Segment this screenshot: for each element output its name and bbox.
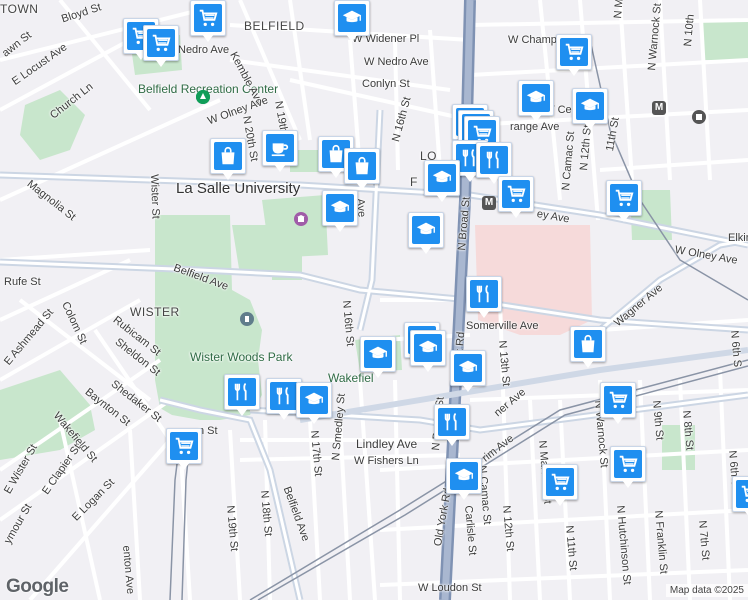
street-label-rufe: Rufe St — [4, 276, 41, 288]
grocery-marker[interactable] — [143, 25, 179, 69]
graduation-cap-icon — [326, 194, 354, 222]
street-label-wister-st: Wister St — [148, 174, 162, 220]
shopping-cart-icon — [546, 468, 574, 496]
neighborhood-label-logan: TOWN — [0, 2, 39, 16]
coffee-cup-icon — [266, 134, 294, 162]
graduation-cap-icon — [576, 92, 604, 120]
graduation-cap-icon — [364, 340, 392, 368]
store-marker[interactable] — [344, 148, 380, 192]
graduation-cap-icon — [450, 462, 478, 490]
shopping-cart-icon — [170, 432, 198, 460]
metro-station-icon-2[interactable]: M — [482, 196, 496, 210]
restaurant-marker[interactable] — [266, 378, 302, 422]
street-label-w-fishers: W Fishers Ln — [354, 455, 419, 467]
shopping-cart-icon — [560, 38, 588, 66]
shopping-cart-icon — [194, 4, 222, 32]
store-marker[interactable] — [570, 326, 606, 370]
grocery-marker[interactable] — [732, 476, 748, 520]
bus-station-icon[interactable] — [692, 110, 706, 124]
graduation-cap-icon — [412, 216, 440, 244]
grocery-marker[interactable] — [600, 382, 636, 426]
graduation-cap-icon — [522, 84, 550, 112]
restaurant-marker[interactable] — [434, 404, 470, 448]
street-label-conlyn: Conlyn St — [362, 78, 410, 90]
school-marker[interactable] — [518, 80, 554, 124]
street-label-elkins: Elkin — [728, 232, 748, 244]
shopping-cart-icon — [147, 29, 175, 57]
graduation-cap-icon — [338, 4, 366, 32]
shopping-bag-icon — [348, 152, 376, 180]
monument-poi-icon[interactable] — [240, 312, 254, 326]
cafe-marker[interactable] — [262, 130, 298, 174]
school-marker[interactable] — [322, 190, 358, 234]
restaurant-marker[interactable] — [224, 374, 260, 418]
school-marker[interactable] — [360, 336, 396, 380]
graduation-cap-icon — [414, 334, 442, 362]
fork-knife-icon — [470, 280, 498, 308]
shopping-cart-icon — [614, 450, 642, 478]
place-label-la-salle[interactable]: La Salle University — [176, 180, 300, 197]
street-label-nedro-mid: W Nedro Ave — [364, 56, 429, 68]
grocery-marker[interactable] — [610, 446, 646, 490]
fork-knife-icon — [438, 408, 466, 436]
shopping-cart-icon — [604, 386, 632, 414]
grocery-marker[interactable] — [606, 180, 642, 224]
grocery-marker[interactable] — [556, 34, 592, 78]
street-label-nedro-w: Nedro Ave — [178, 44, 230, 56]
university-poi-icon[interactable] — [294, 212, 308, 226]
school-marker[interactable] — [334, 0, 370, 44]
grocery-marker[interactable] — [166, 428, 202, 472]
park-poi-icon[interactable] — [196, 90, 210, 104]
grocery-marker[interactable] — [498, 176, 534, 220]
place-label-belfield-rec[interactable]: Belfield Recreation Center — [138, 82, 278, 96]
grocery-marker[interactable] — [542, 464, 578, 508]
shopping-cart-icon — [502, 180, 530, 208]
map-attribution: Map data ©2025 — [665, 584, 748, 597]
store-marker[interactable] — [210, 138, 246, 182]
graduation-cap-icon — [300, 386, 328, 414]
street-label-lindley: Lindley Ave — [356, 437, 418, 451]
shopping-bag-icon — [574, 330, 602, 358]
school-marker[interactable] — [446, 458, 482, 502]
school-marker[interactable] — [410, 330, 446, 374]
graduation-cap-icon — [454, 354, 482, 382]
restaurant-marker[interactable] — [466, 276, 502, 320]
shopping-cart-icon — [610, 184, 638, 212]
school-marker[interactable] — [408, 212, 444, 256]
grocery-marker[interactable] — [190, 0, 226, 44]
neighborhood-label-wister: WISTER — [130, 305, 180, 319]
fork-knife-icon — [228, 378, 256, 406]
street-label-somerville: Somerville Ave — [466, 320, 539, 332]
graduation-cap-icon — [428, 164, 456, 192]
metro-station-icon[interactable]: M — [652, 101, 666, 115]
shopping-cart-icon — [736, 480, 748, 508]
school-marker[interactable] — [572, 88, 608, 132]
fork-knife-icon — [270, 382, 298, 410]
place-label-wister-woods[interactable]: Wister Woods Park — [190, 350, 292, 364]
neighborhood-label-fern: F — [410, 175, 418, 189]
school-marker[interactable] — [450, 350, 486, 394]
school-marker[interactable] — [424, 160, 460, 204]
school-marker[interactable] — [296, 382, 332, 426]
street-label-loudon: W Loudon St — [418, 582, 482, 594]
fork-knife-icon — [480, 146, 508, 174]
neighborhood-label-belfield: BELFIELD — [244, 19, 305, 33]
map-canvas[interactable]: TOWN BELFIELD WISTER LO F La Salle Unive… — [0, 0, 748, 600]
street-label-w-champ: W Champ — [508, 34, 557, 46]
shopping-bag-icon — [214, 142, 242, 170]
google-logo: Google — [6, 576, 69, 597]
